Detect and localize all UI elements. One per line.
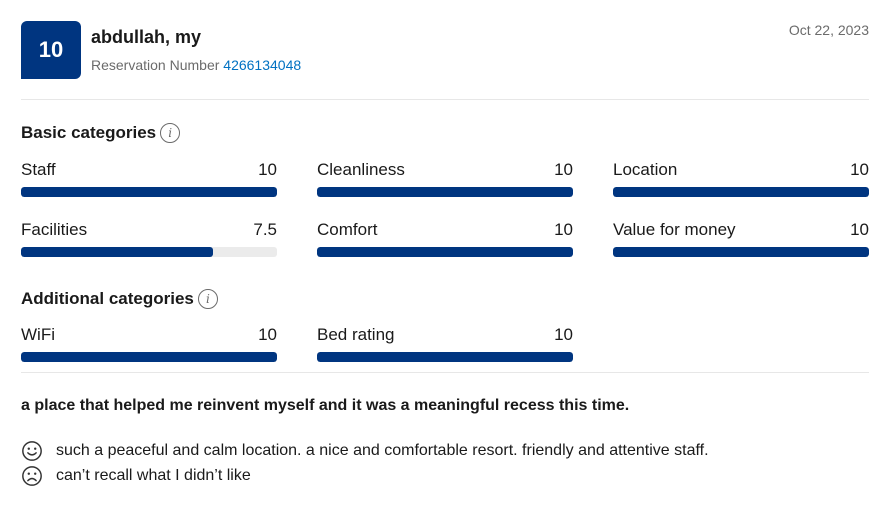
reservation-number-link[interactable]: 4266134048 [223, 57, 301, 73]
additional-categories-heading: Additional categories i [21, 289, 218, 309]
additional-categories-title: Additional categories [21, 289, 194, 308]
divider [21, 372, 869, 373]
category-label: Location [613, 160, 678, 179]
negative-text: can’t recall what I didn’t like [56, 467, 251, 484]
reviewer-name: abdullah, my [91, 27, 202, 47]
basic-categories-title: Basic categories [21, 123, 157, 142]
score-bar [21, 247, 277, 257]
category-score: 10 [850, 220, 869, 239]
negative-comment: can’t recall what I didn’t like [21, 465, 251, 487]
category-bed-rating: Bed rating 10 [317, 324, 573, 362]
category-value-for-money: Value for money 10 [613, 219, 869, 257]
positive-comment: such a peaceful and calm location. a nic… [21, 440, 709, 462]
category-comfort: Comfort 10 [317, 219, 573, 257]
score-bar [317, 352, 573, 362]
score-badge: 10 [21, 21, 81, 79]
category-score: 10 [554, 160, 573, 179]
category-score: 10 [258, 325, 277, 344]
category-facilities: Facilities 7.5 [21, 219, 277, 257]
score-bar-fill [317, 187, 573, 197]
score-bar [613, 187, 869, 197]
review-date: Oct 22, 2023 [788, 22, 869, 38]
score-bar [21, 187, 277, 197]
category-label: Bed rating [317, 325, 395, 344]
score-bar-fill [21, 247, 213, 257]
category-label: WiFi [21, 325, 55, 344]
basic-categories-heading: Basic categories i [21, 123, 181, 143]
category-label: Facilities [21, 220, 88, 239]
category-label: Comfort [317, 220, 378, 239]
score-bar [613, 247, 869, 257]
score-bar-fill [613, 187, 869, 197]
category-staff: Staff 10 [21, 159, 277, 197]
reservation-label: Reservation Number [91, 57, 220, 73]
frown-face-icon [22, 466, 42, 486]
reservation-info: Reservation Number 4266134048 [91, 57, 301, 73]
info-icon[interactable]: i [160, 123, 181, 143]
score-bar-fill [21, 352, 277, 362]
info-icon[interactable]: i [197, 289, 218, 309]
positive-text: such a peaceful and calm location. a nic… [56, 442, 709, 459]
category-score: 10 [554, 220, 573, 239]
category-score: 10 [258, 160, 277, 179]
divider [21, 99, 869, 100]
category-score: 10 [850, 160, 869, 179]
review-headline: a place that helped me reinvent myself a… [21, 397, 630, 414]
category-label: Staff [21, 160, 56, 179]
category-label: Cleanliness [317, 160, 405, 179]
category-cleanliness: Cleanliness 10 [317, 159, 573, 197]
category-score: 10 [554, 325, 573, 344]
score-bar-fill [21, 187, 277, 197]
score-bar [21, 352, 277, 362]
score-bar-fill [317, 352, 573, 362]
category-score: 7.5 [253, 220, 277, 239]
score-bar [317, 247, 573, 257]
category-wifi: WiFi 10 [21, 324, 277, 362]
score-bar-fill [613, 247, 869, 257]
score-bar-fill [317, 247, 573, 257]
category-location: Location 10 [613, 159, 869, 197]
category-label: Value for money [613, 220, 736, 239]
score-bar [317, 187, 573, 197]
smile-face-icon [22, 441, 42, 461]
